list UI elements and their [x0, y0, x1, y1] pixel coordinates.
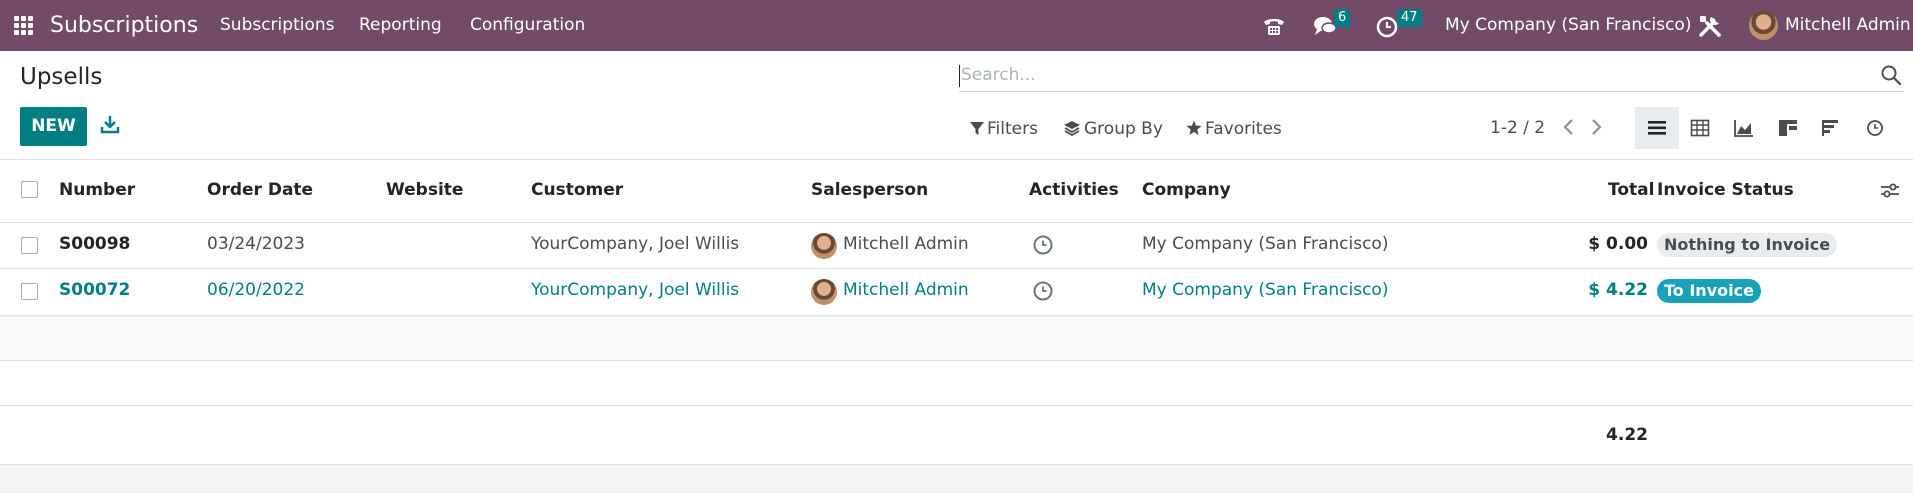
favorites-label: Favorites: [1205, 119, 1282, 139]
col-header-customer[interactable]: Customer: [531, 180, 623, 200]
col-header-number[interactable]: Number: [59, 180, 135, 200]
top-navbar: Subscriptions Subscriptions Reporting Co…: [0, 0, 1913, 51]
groupby-button[interactable]: Group By: [1063, 115, 1163, 143]
salesperson-avatar: [811, 233, 837, 259]
optional-columns-icon[interactable]: [1880, 181, 1900, 201]
activity-clock-icon[interactable]: [1032, 234, 1054, 256]
row-divider: [0, 405, 1913, 406]
list-view-icon: [1648, 121, 1666, 135]
empty-row: [0, 316, 1913, 360]
app-title[interactable]: Subscriptions: [50, 0, 198, 51]
search-icon[interactable]: [1880, 64, 1902, 86]
row-customer[interactable]: YourCompany, Joel Willis: [531, 234, 739, 254]
row-number[interactable]: S00098: [59, 234, 130, 254]
phone-icon[interactable]: [1261, 13, 1287, 39]
row-order-date[interactable]: 06/20/2022: [207, 280, 305, 300]
col-header-total[interactable]: Total: [1608, 180, 1654, 200]
filter-icon: [970, 122, 984, 135]
gantt-view-button[interactable]: [1809, 107, 1853, 149]
select-all-checkbox[interactable]: [21, 181, 38, 198]
menu-subscriptions[interactable]: Subscriptions: [220, 0, 334, 51]
pager-previous-icon[interactable]: [1560, 117, 1578, 137]
table-top-border: [0, 159, 1913, 160]
row-company[interactable]: My Company (San Francisco): [1142, 234, 1388, 254]
apps-grid-icon[interactable]: [14, 16, 34, 36]
menu-configuration[interactable]: Configuration: [470, 0, 585, 51]
graph-view-button[interactable]: [1722, 107, 1766, 149]
company-switcher[interactable]: My Company (San Francisco): [1445, 0, 1691, 51]
area-chart-icon: [1734, 120, 1753, 137]
filters-button[interactable]: Filters: [970, 115, 1038, 143]
messages-count-badge: 6: [1334, 9, 1351, 27]
row-divider: [0, 360, 1913, 361]
salesperson-avatar: [811, 279, 837, 305]
row-divider: [0, 268, 1913, 269]
download-icon[interactable]: [99, 114, 121, 136]
sum-total: 4.22: [1606, 425, 1648, 445]
star-icon: [1186, 120, 1202, 135]
row-checkbox[interactable]: [21, 237, 38, 254]
tools-icon[interactable]: [1697, 13, 1723, 39]
invoice-status-badge: To Invoice: [1657, 279, 1761, 303]
row-order-date[interactable]: 03/24/2023: [207, 234, 305, 254]
col-header-company[interactable]: Company: [1142, 180, 1231, 200]
page-title: Upsells: [20, 64, 103, 90]
row-checkbox[interactable]: [21, 283, 38, 300]
col-header-activities[interactable]: Activities: [1029, 180, 1119, 200]
page-bottom-area: [0, 465, 1913, 493]
list-view-button[interactable]: [1635, 107, 1679, 149]
menu-reporting[interactable]: Reporting: [359, 0, 442, 51]
row-salesperson[interactable]: Mitchell Admin: [843, 234, 969, 254]
filters-label: Filters: [987, 119, 1038, 139]
invoice-status-badge: Nothing to Invoice: [1657, 233, 1838, 257]
col-header-salesperson[interactable]: Salesperson: [811, 180, 928, 200]
col-header-invoice-status[interactable]: Invoice Status: [1657, 180, 1794, 200]
activities-count-badge: 47: [1397, 9, 1422, 27]
pivot-view-button[interactable]: [1678, 107, 1722, 149]
gantt-icon: [1822, 120, 1838, 136]
row-customer[interactable]: YourCompany, Joel Willis: [531, 280, 739, 300]
header-divider: [0, 222, 1913, 223]
pager-value[interactable]: 1-2 / 2: [1490, 114, 1545, 142]
row-company[interactable]: My Company (San Francisco): [1142, 280, 1388, 300]
row-salesperson[interactable]: Mitchell Admin: [843, 280, 969, 300]
activity-view-button[interactable]: [1853, 107, 1897, 149]
cohort-icon: [1779, 120, 1797, 136]
col-header-website[interactable]: Website: [386, 180, 463, 200]
col-header-order-date[interactable]: Order Date: [207, 180, 313, 200]
search-input[interactable]: [961, 60, 1861, 90]
row-number[interactable]: S00072: [59, 280, 130, 300]
user-menu[interactable]: Mitchell Admin: [1785, 0, 1911, 51]
activity-clock-icon[interactable]: [1032, 280, 1054, 302]
search-caret: [959, 65, 960, 87]
favorites-button[interactable]: Favorites: [1186, 115, 1282, 143]
user-avatar[interactable]: [1749, 11, 1778, 40]
activity-view-clock-icon: [1867, 120, 1883, 136]
pager-next-icon[interactable]: [1587, 117, 1605, 137]
groupby-label: Group By: [1084, 119, 1163, 139]
layers-icon: [1064, 121, 1080, 137]
row-total[interactable]: $ 0.00: [1588, 234, 1648, 254]
search-bar: [959, 60, 1904, 92]
pivot-table-icon: [1690, 119, 1710, 137]
new-button[interactable]: NEW: [20, 107, 87, 146]
cohort-view-button[interactable]: [1766, 107, 1810, 149]
row-total[interactable]: $ 4.22: [1588, 280, 1648, 300]
